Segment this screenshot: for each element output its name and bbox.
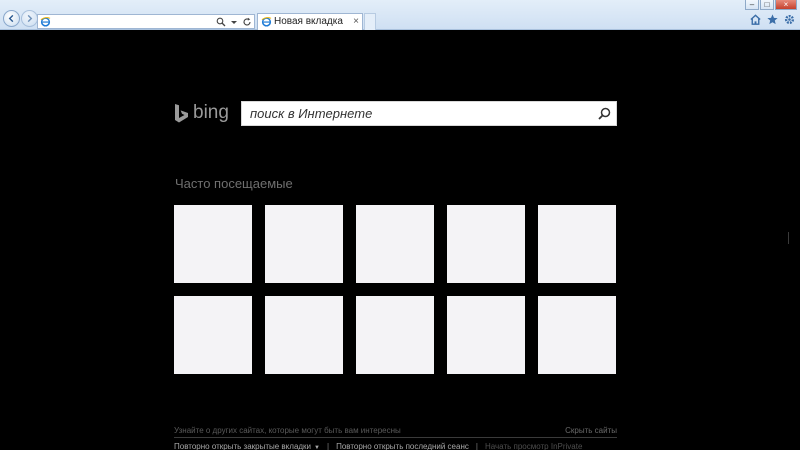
search-input[interactable] [250, 102, 590, 125]
close-window-button[interactable]: × [775, 0, 797, 10]
site-tile[interactable] [174, 205, 252, 283]
site-tile[interactable] [447, 205, 525, 283]
reopen-closed-tabs-link[interactable]: Повторно открыть закрытые вкладки ▼ [174, 442, 320, 450]
dropdown-icon[interactable] [229, 17, 239, 27]
maximize-button[interactable]: □ [760, 0, 774, 10]
site-tile[interactable] [447, 296, 525, 374]
footer-divider [174, 437, 617, 438]
hide-sites-link[interactable]: Скрыть сайты [565, 426, 617, 435]
refresh-icon[interactable] [242, 17, 252, 27]
bing-logo: bing [174, 101, 229, 125]
site-tile[interactable] [356, 205, 434, 283]
bing-search-box[interactable] [241, 101, 617, 126]
tab-title: Новая вкладка [274, 16, 343, 27]
frequent-sites-heading: Часто посещаемые [175, 176, 293, 191]
discover-sites-hint[interactable]: Узнайте о других сайтах, которые могут б… [174, 426, 401, 435]
new-tab-button[interactable] [364, 13, 376, 30]
forward-icon [27, 14, 33, 23]
address-input[interactable] [53, 15, 223, 28]
ie-icon [40, 17, 51, 27]
site-tile[interactable] [265, 296, 343, 374]
address-bar[interactable] [37, 14, 255, 29]
bing-wordmark: bing [193, 102, 229, 123]
reopen-last-session-link[interactable]: Повторно открыть последний сеанс [336, 442, 469, 450]
site-tile[interactable] [265, 205, 343, 283]
site-tile[interactable] [538, 296, 616, 374]
bing-icon [175, 103, 188, 122]
footer-links: Повторно открыть закрытые вкладки ▼ | Пов… [174, 441, 582, 450]
minimize-button[interactable]: – [745, 0, 759, 10]
search-icon[interactable] [216, 17, 226, 27]
site-tile[interactable] [174, 296, 252, 374]
scrollbar-track[interactable] [788, 232, 794, 244]
tab-new-tab[interactable]: Новая вкладка × [257, 13, 363, 30]
home-icon[interactable] [749, 13, 762, 26]
footer-separator: | [326, 441, 330, 450]
back-button[interactable] [3, 10, 20, 27]
site-tile[interactable] [538, 205, 616, 283]
start-inprivate-link[interactable]: Начать просмотр InPrivate [485, 442, 582, 450]
reopen-closed-tabs-label: Повторно открыть закрытые вкладки [174, 441, 312, 450]
chevron-down-icon: ▼ [314, 444, 320, 450]
star-icon[interactable] [766, 13, 779, 26]
gear-icon[interactable] [783, 13, 796, 26]
frequent-sites-grid [174, 205, 617, 374]
footer-separator: | [475, 441, 478, 450]
tab-close-button[interactable]: × [353, 16, 359, 27]
browser-toolbar: Новая вкладка × – □ × [0, 0, 800, 30]
back-icon [8, 14, 14, 23]
forward-button[interactable] [21, 10, 38, 27]
ie-icon [261, 17, 272, 27]
search-icon[interactable] [598, 107, 611, 120]
site-tile[interactable] [356, 296, 434, 374]
